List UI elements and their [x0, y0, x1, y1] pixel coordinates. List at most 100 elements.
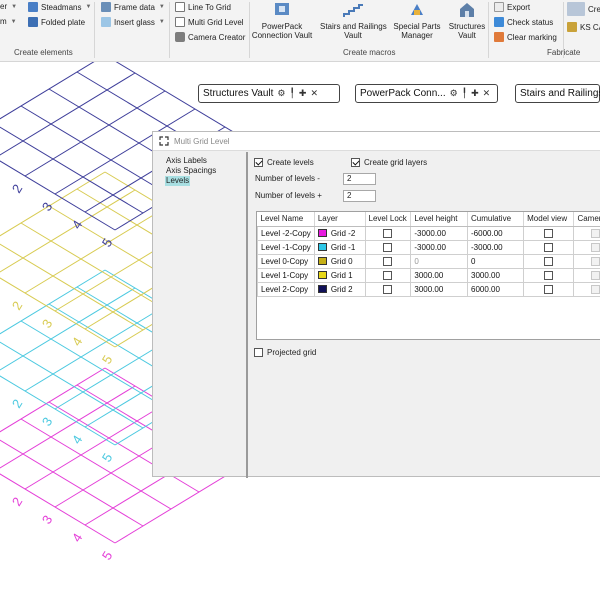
camera-checkbox [590, 270, 600, 280]
model-view-checkbox[interactable] [544, 256, 554, 266]
layer-cell[interactable]: Grid -1 [313, 239, 366, 255]
cumulative-cell[interactable]: -6000.00 [467, 225, 525, 241]
level-lock-checkbox[interactable] [383, 256, 393, 266]
move-icon[interactable]: ✚ [299, 88, 307, 99]
toolbar-powerpack-connection[interactable]: PowerPack Conn... ⚙ ╿ ✚ ✕ [355, 84, 498, 103]
model-view-checkbox[interactable] [544, 284, 554, 294]
special-parts-manager-button[interactable]: Special Parts Manager [392, 1, 442, 40]
color-swatch[interactable] [317, 257, 327, 266]
level-name-cell[interactable]: Level -2-Copy [257, 225, 315, 241]
grid-axis-label: 5 [99, 451, 116, 465]
camera-cell [573, 281, 600, 297]
column-header[interactable]: Model view [523, 212, 575, 227]
ribbon-right-top[interactable]: Cre [567, 2, 600, 16]
toolbar-stairs-railings[interactable]: Stairs and Railings [515, 84, 600, 103]
grid-axis-label: 4 [69, 531, 86, 545]
dialog-splitter[interactable] [246, 152, 248, 478]
level-name-cell[interactable]: Level 1-Copy [257, 267, 315, 283]
create-grid-layers-checkbox[interactable] [351, 158, 360, 167]
level-height-cell[interactable]: -3000.00 [410, 239, 469, 255]
folded-plate-button[interactable]: Folded plate [28, 17, 85, 27]
color-swatch[interactable] [317, 285, 327, 294]
ribbon-item-m[interactable]: m ▼ [0, 17, 17, 26]
big-button-label: Special Parts Manager [393, 22, 441, 40]
close-icon[interactable]: ✕ [483, 88, 491, 99]
level-lock-checkbox[interactable] [383, 284, 393, 294]
ribbon-item-er[interactable]: er ▼ [0, 2, 17, 11]
table-row[interactable]: Level 0-Copy Grid 0 0 0 [257, 253, 600, 269]
layer-cell[interactable]: Grid 2 [313, 281, 366, 297]
table-header-row: Level Name Layer Level Lock Level height… [257, 212, 600, 227]
layer-cell[interactable]: Grid 1 [313, 267, 366, 283]
color-swatch[interactable] [317, 229, 327, 238]
column-header[interactable]: Level Lock [365, 212, 412, 227]
projected-grid-checkbox[interactable] [254, 348, 263, 357]
create-levels-option[interactable]: Create levels [254, 158, 314, 167]
chevron-down-icon: ▼ [85, 4, 92, 10]
line-to-grid-button[interactable]: Line To Grid [175, 2, 231, 12]
insert-glass-button[interactable]: Insert glass ▼ [101, 17, 165, 27]
cumulative-cell[interactable]: 3000.00 [467, 267, 525, 283]
levels-minus-input[interactable]: 2 [343, 173, 376, 185]
create-grid-layers-option[interactable]: Create grid layers [351, 158, 427, 167]
level-height-cell[interactable]: -3000.00 [410, 225, 469, 241]
pin-icon[interactable]: ╿ [462, 88, 467, 99]
structures-vault-button[interactable]: Structures Vault [446, 1, 488, 40]
nav-item-levels[interactable]: Levels [165, 176, 191, 186]
pin-icon[interactable]: ╿ [289, 88, 294, 99]
level-lock-checkbox[interactable] [383, 270, 393, 280]
gear-icon[interactable]: ⚙ [450, 88, 458, 99]
color-swatch[interactable] [317, 243, 327, 252]
frame-data-button[interactable]: Frame data ▼ [101, 2, 165, 12]
clear-marking-button[interactable]: Clear marking [494, 32, 557, 42]
steadmans-button[interactable]: Steadmans ▼ [28, 2, 91, 12]
table-row[interactable]: Level 2-Copy Grid 2 3000.00 6000.00 [257, 281, 600, 297]
table-row[interactable]: Level -1-Copy Grid -1 -3000.00 -3000.00 [257, 239, 600, 255]
gear-icon[interactable]: ⚙ [277, 88, 285, 99]
levels-plus-input[interactable]: 2 [343, 190, 376, 202]
cumulative-cell[interactable]: 0 [467, 253, 525, 269]
level-lock-checkbox[interactable] [383, 228, 393, 238]
move-icon[interactable]: ✚ [471, 88, 479, 99]
level-lock-checkbox[interactable] [383, 242, 393, 252]
column-header[interactable]: Level Name [257, 212, 315, 227]
column-header[interactable]: Cumulative [467, 212, 525, 227]
table-row[interactable]: Level -2-Copy Grid -2 -3000.00 -6000.00 [257, 225, 600, 241]
color-swatch[interactable] [317, 271, 327, 280]
level-height-cell[interactable]: 0 [410, 253, 469, 269]
app-icon [567, 2, 585, 16]
column-header[interactable]: Level height [410, 212, 469, 227]
nav-item-axis-labels[interactable]: Axis Labels [165, 156, 245, 166]
stairs-railings-vault-button[interactable]: Stairs and Railings Vault [320, 1, 387, 40]
layer-cell[interactable]: Grid -2 [313, 225, 366, 241]
level-height-cell[interactable]: 3000.00 [410, 267, 469, 283]
chevron-down-icon: ▼ [158, 4, 165, 10]
multi-grid-level-button[interactable]: Multi Grid Level [175, 17, 244, 27]
camera-creator-button[interactable]: Camera Creator [175, 32, 245, 42]
powerpack-connection-vault-button[interactable]: PowerPack Connection Vault [250, 1, 314, 40]
export-button[interactable]: Export [494, 2, 530, 12]
level-height-cell[interactable]: 3000.00 [410, 281, 469, 297]
toolbar-structures-vault[interactable]: Structures Vault ⚙ ╿ ✚ ✕ [198, 84, 340, 103]
grid-line [20, 320, 172, 412]
model-view-checkbox[interactable] [544, 228, 554, 238]
cumulative-cell[interactable]: -3000.00 [467, 239, 525, 255]
structures-vault-icon [460, 3, 474, 17]
level-name-cell[interactable]: Level 2-Copy [257, 281, 315, 297]
close-icon[interactable]: ✕ [310, 88, 318, 99]
column-header[interactable]: Camera [573, 212, 600, 227]
level-name-cell[interactable]: Level -1-Copy [257, 239, 315, 255]
projected-grid-option[interactable]: Projected grid [254, 348, 316, 357]
cumulative-cell[interactable]: 6000.00 [467, 281, 525, 297]
dialog-title-bar[interactable]: Multi Grid Level [153, 132, 600, 151]
model-view-checkbox[interactable] [544, 270, 554, 280]
table-row[interactable]: Level 1-Copy Grid 1 3000.00 3000.00 [257, 267, 600, 283]
level-name-cell[interactable]: Level 0-Copy [257, 253, 315, 269]
create-levels-checkbox[interactable] [254, 158, 263, 167]
column-header[interactable]: Layer [314, 212, 366, 227]
check-status-button[interactable]: Check status [494, 17, 553, 27]
layer-cell[interactable]: Grid 0 [313, 253, 366, 269]
model-view-checkbox[interactable] [544, 242, 554, 252]
ribbon-right-bottom[interactable]: KS CA [567, 22, 600, 32]
nav-item-axis-spacings[interactable]: Axis Spacings [165, 166, 245, 176]
